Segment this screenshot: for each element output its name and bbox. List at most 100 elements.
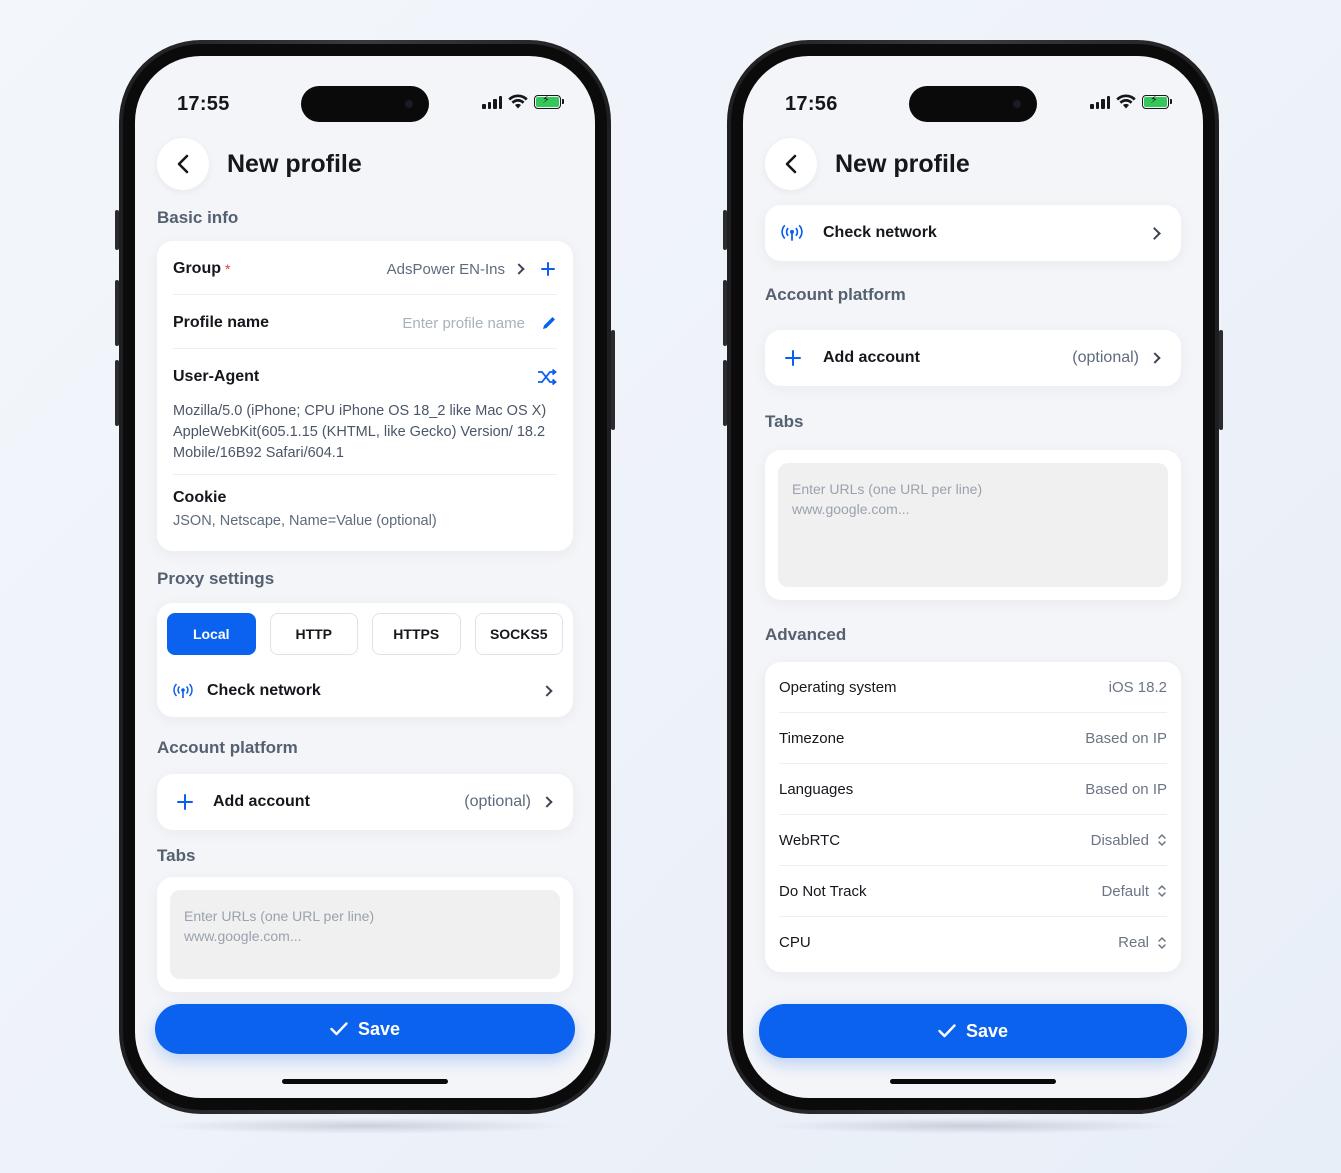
page-title: New profile — [835, 149, 970, 178]
advanced-row-value: Real — [1118, 934, 1149, 951]
home-indicator — [890, 1079, 1056, 1084]
plus-icon — [177, 794, 193, 810]
phone-shadow — [762, 1118, 1182, 1134]
tabs-urls-textarea[interactable]: Enter URLs (one URL per line) www.google… — [170, 890, 560, 979]
proxy-option-https[interactable]: HTTPS — [372, 613, 461, 655]
optional-hint: (optional) — [1072, 349, 1139, 366]
advanced-row-label: Operating system — [779, 678, 897, 696]
wifi-icon — [1116, 94, 1136, 109]
back-button[interactable] — [765, 138, 817, 190]
add-account-label: Add account — [823, 349, 920, 366]
chevron-left-icon — [785, 154, 797, 174]
advanced-row-label: Languages — [779, 780, 854, 798]
section-basic-info: Basic info — [157, 208, 239, 227]
edit-pencil-icon[interactable] — [541, 315, 557, 331]
advanced-row-label: WebRTC — [779, 831, 841, 849]
phone-left: 17:55 New profile Basic info Group * — [115, 40, 615, 1114]
advanced-row-cpu[interactable]: CPU Real — [779, 917, 1167, 968]
group-label: Group — [173, 260, 221, 277]
group-value: AdsPower EN-Ins — [386, 260, 505, 278]
signal-icon — [482, 95, 502, 109]
chevron-right-icon — [1148, 226, 1161, 240]
user-agent-value[interactable]: Mozilla/5.0 (iPhone; CPU iPhone OS 18_2 … — [173, 401, 553, 464]
advanced-row-label: Timezone — [779, 729, 845, 747]
chevron-right-icon — [1149, 352, 1161, 364]
dynamic-island — [301, 86, 429, 122]
check-network-label: Check network — [207, 682, 321, 699]
add-account-row[interactable]: Add account (optional) — [173, 790, 557, 814]
optional-hint: (optional) — [464, 793, 531, 810]
proxy-type-selector: Local HTTP HTTPS SOCKS5 — [167, 613, 563, 655]
cookie-label: Cookie — [173, 489, 227, 506]
home-indicator — [282, 1079, 448, 1084]
phone-shadow — [154, 1118, 574, 1134]
status-time: 17:56 — [785, 93, 838, 115]
advanced-row-languages[interactable]: Languages Based on IP — [779, 764, 1167, 815]
back-button[interactable] — [157, 138, 209, 190]
antenna-icon — [173, 683, 193, 698]
cookie-input[interactable]: JSON, Netscape, Name=Value (optional) — [173, 513, 437, 529]
chevron-left-icon — [177, 154, 189, 174]
profile-name-label: Profile name — [173, 314, 270, 331]
plus-icon[interactable] — [541, 262, 555, 276]
advanced-row-do-not-track[interactable]: Do Not Track Default — [779, 866, 1167, 917]
proxy-card: Local HTTP HTTPS SOCKS5 Check network — [157, 603, 573, 717]
advanced-row-operating-system[interactable]: Operating system iOS 18.2 — [779, 662, 1167, 713]
antenna-icon — [781, 224, 803, 241]
check-network-card[interactable]: Check network — [765, 205, 1181, 261]
status-bar: 17:55 — [135, 56, 595, 122]
advanced-row-label: Do Not Track — [779, 882, 867, 900]
up-down-chevron-icon — [1158, 885, 1166, 897]
add-account-card[interactable]: Add account (optional) — [765, 330, 1181, 386]
advanced-row-timezone[interactable]: Timezone Based on IP — [779, 713, 1167, 764]
page-title: New profile — [227, 149, 362, 178]
profile-name-input[interactable]: Enter profile name — [402, 315, 525, 332]
cookie-row: Cookie — [173, 486, 557, 510]
tabs-card: Enter URLs (one URL per line) www.google… — [765, 450, 1181, 600]
status-bar: 17:56 — [743, 56, 1203, 122]
section-advanced: Advanced — [765, 625, 847, 644]
check-network-row[interactable]: Check network — [173, 679, 557, 703]
checkmark-icon — [330, 1022, 348, 1036]
chevron-right-icon — [513, 263, 525, 275]
up-down-chevron-icon — [1158, 936, 1166, 949]
shuffle-icon[interactable] — [537, 369, 557, 385]
add-account-card[interactable]: Add account (optional) — [157, 774, 573, 830]
profile-name-row[interactable]: Profile name Enter profile name — [173, 311, 557, 335]
battery-icon — [534, 93, 564, 109]
phone-right: 17:56 New profile Check network — [723, 40, 1223, 1114]
section-account-platform: Account platform — [765, 285, 906, 304]
advanced-row-value: Based on IP — [1085, 729, 1167, 747]
tabs-urls-textarea[interactable]: Enter URLs (one URL per line) www.google… — [778, 463, 1168, 587]
save-button[interactable]: Save — [155, 1004, 575, 1054]
save-button[interactable]: Save — [759, 1004, 1187, 1058]
add-account-row[interactable]: Add account (optional) — [781, 346, 1165, 370]
check-network-row[interactable]: Check network — [781, 221, 1165, 245]
user-agent-label: User-Agent — [173, 368, 260, 385]
user-agent-row: User-Agent — [173, 365, 557, 389]
group-row[interactable]: Group * AdsPower EN-Ins — [173, 257, 557, 281]
advanced-row-label: CPU — [779, 934, 811, 951]
screen-right: 17:56 New profile Check network — [743, 56, 1203, 1098]
advanced-row-value: Based on IP — [1085, 780, 1167, 798]
proxy-option-http[interactable]: HTTP — [269, 613, 358, 655]
save-label: Save — [965, 1020, 1009, 1041]
wifi-icon — [508, 94, 528, 109]
section-account-platform: Account platform — [157, 738, 298, 757]
up-down-chevron-icon — [1158, 834, 1166, 846]
proxy-option-local[interactable]: Local — [167, 613, 256, 655]
status-time: 17:55 — [177, 93, 230, 115]
proxy-option-socks5[interactable]: SOCKS5 — [474, 613, 563, 655]
checkmark-icon — [938, 1024, 956, 1038]
advanced-row-value: Disabled — [1090, 831, 1149, 849]
advanced-row-webrtc[interactable]: WebRTC Disabled — [779, 815, 1167, 866]
section-proxy-settings: Proxy settings — [157, 569, 275, 588]
chevron-right-icon — [541, 796, 553, 808]
battery-icon — [1142, 93, 1172, 109]
check-network-label: Check network — [823, 224, 937, 241]
required-marker: * — [225, 261, 231, 277]
advanced-row-value: iOS 18.2 — [1108, 678, 1167, 696]
signal-icon — [1090, 95, 1110, 109]
screen-left: 17:55 New profile Basic info Group * — [135, 56, 595, 1098]
advanced-card: Operating system iOS 18.2 Timezone Based… — [765, 662, 1181, 972]
